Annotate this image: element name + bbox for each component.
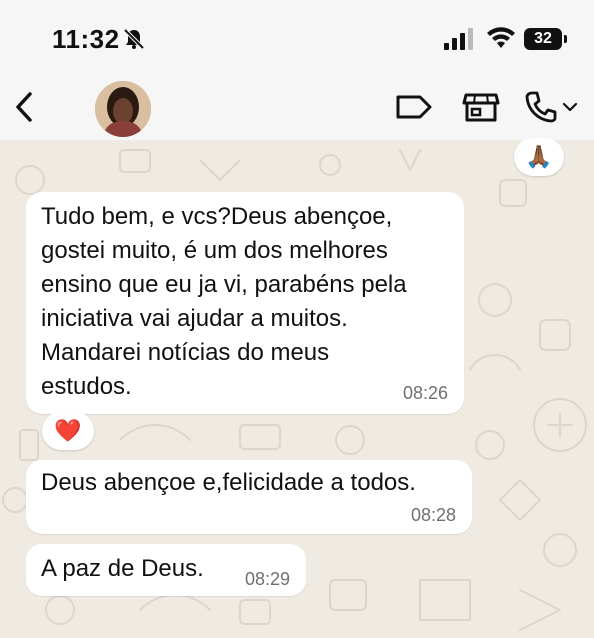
contact-avatar[interactable] [95, 81, 151, 137]
bell-muted-icon [123, 28, 145, 50]
message-text-line: ensino que eu ja vi, parabéns pela [41, 271, 407, 298]
label-icon[interactable] [394, 90, 434, 124]
message-text-line: Tudo bem, e vcs?Deus abençoe, [41, 203, 393, 230]
battery-tip [564, 35, 567, 43]
message-timestamp: 08:29 [244, 569, 290, 589]
reaction-heart[interactable]: ❤️ [42, 412, 94, 450]
reaction-praying-hands[interactable]: 🙏🏾 [514, 138, 564, 176]
message-text-line: estudos. [41, 373, 132, 400]
phone-icon[interactable] [524, 90, 558, 124]
message-text-line: gostei muito, é um dos melhores [41, 237, 388, 264]
store-icon[interactable] [461, 90, 501, 124]
message-bubble[interactable]: Deus abençoe e,felicidade a todos. 08:28 [26, 460, 472, 534]
message-text: A paz de Deus. [41, 555, 204, 582]
status-bar: 11:32 32 [0, 0, 594, 76]
battery-indicator: 32 [524, 28, 562, 50]
cellular-signal-icon [444, 28, 473, 50]
wifi-icon [487, 27, 515, 48]
chat-area[interactable]: 🙏🏾 Tudo bem, e vcs?Deus abençoe, gostei … [0, 138, 594, 638]
message-bubble[interactable]: A paz de Deus. 08:29 [26, 544, 306, 596]
message-text: Deus abençoe e,felicidade a todos. [41, 469, 416, 496]
chevron-down-icon[interactable] [562, 90, 578, 124]
message-bubble[interactable]: Tudo bem, e vcs?Deus abençoe, gostei mui… [26, 192, 464, 414]
chevron-left-icon[interactable] [10, 90, 40, 124]
message-timestamp: 08:26 [402, 383, 448, 403]
message-text-line: Mandarei notícias do meus [41, 339, 330, 366]
chat-header [0, 76, 594, 140]
message-text-line: iniciativa vai ajudar a muitos. [41, 305, 348, 332]
message-timestamp: 08:28 [410, 505, 456, 525]
status-time: 11:32 [52, 24, 120, 54]
